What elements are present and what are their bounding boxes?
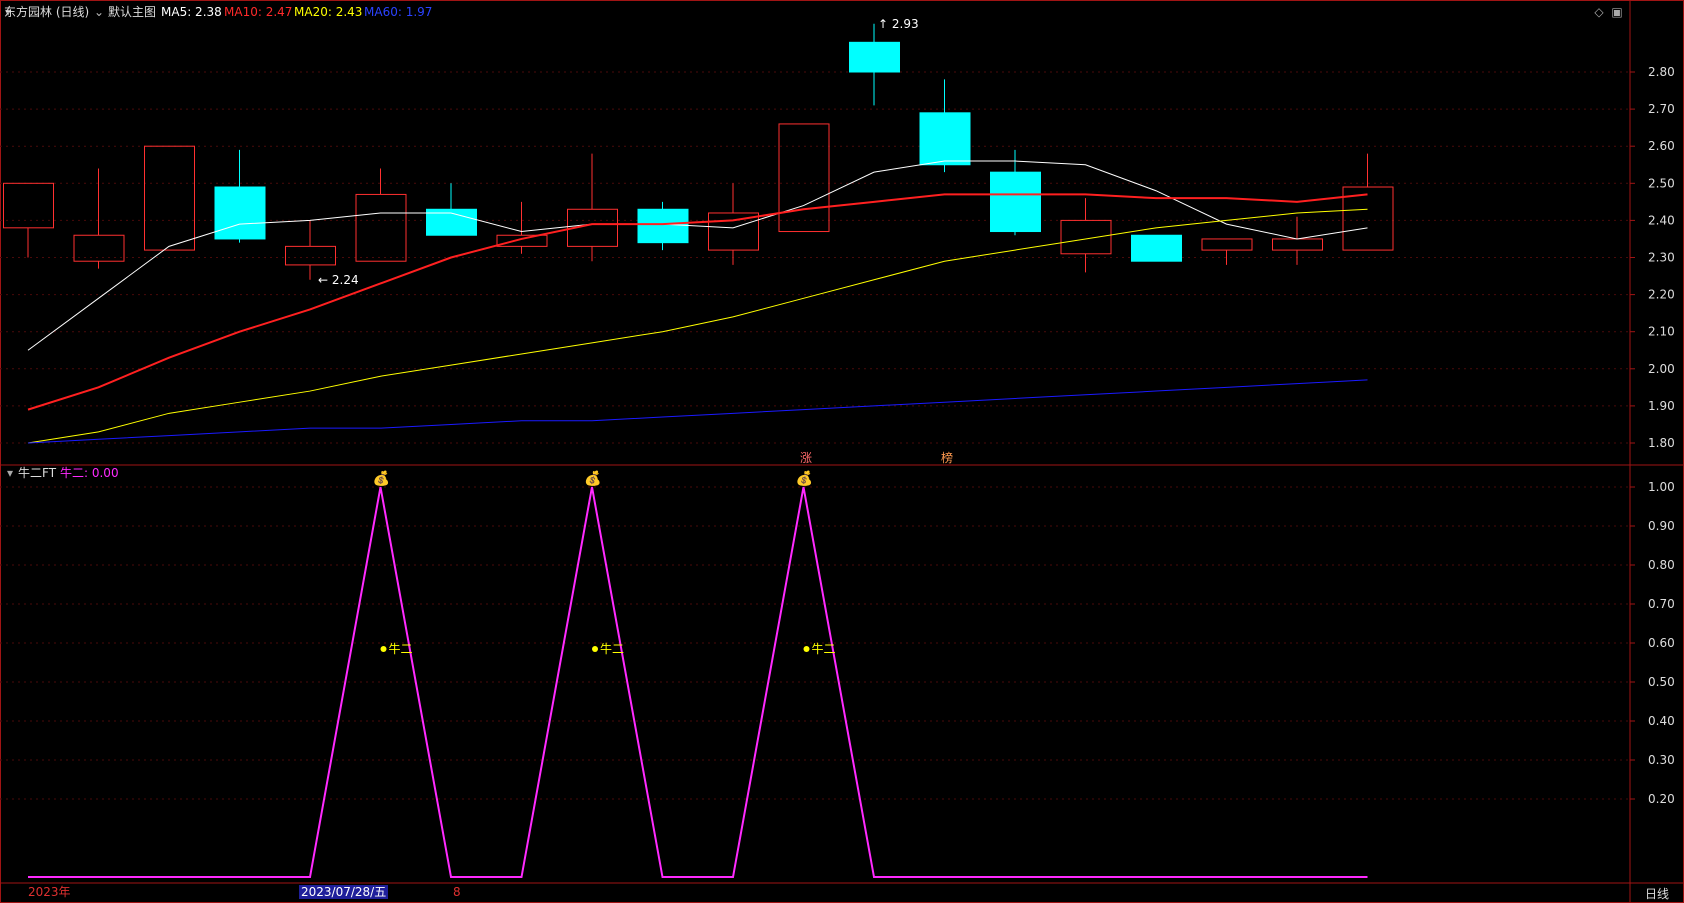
y-tick-label: 0.90 xyxy=(1648,519,1675,533)
signal-label: 牛二 xyxy=(812,641,836,656)
y-tick-label: 1.90 xyxy=(1648,399,1675,413)
template-label[interactable]: 默认主图 xyxy=(108,5,156,19)
indicator-value: 牛二: 0.00 xyxy=(60,466,119,480)
signal-label: 牛二 xyxy=(600,641,624,656)
candle xyxy=(778,123,830,233)
y-tick-label: 0.70 xyxy=(1648,597,1675,611)
y-tick-label: 2.30 xyxy=(1648,251,1675,265)
bang-marker[interactable]: 榜 xyxy=(941,451,953,465)
y-tick-label: 2.80 xyxy=(1648,65,1675,79)
ma60-legend: MA60: 1.97 xyxy=(364,5,433,19)
candle xyxy=(1201,238,1253,251)
y-tick-label: 2.50 xyxy=(1648,176,1675,190)
year-label: 2023年 xyxy=(28,885,71,899)
ma5-legend: MA5: 2.38 xyxy=(161,5,222,19)
y-tick-label: 0.20 xyxy=(1648,792,1675,806)
money-bag-icon: 💰 xyxy=(373,470,390,487)
candle xyxy=(990,171,1041,233)
ma10-legend: MA10: 2.47 xyxy=(224,5,293,19)
signal-dot xyxy=(803,646,810,652)
candle xyxy=(849,41,900,73)
y-tick-label: 2.40 xyxy=(1648,213,1675,227)
signal-dot xyxy=(380,646,387,652)
chart-frame xyxy=(0,0,1684,903)
candle xyxy=(214,186,266,240)
candle xyxy=(1060,219,1112,255)
period-tab[interactable]: 日线 xyxy=(1645,885,1669,902)
diamond-icon[interactable]: ◇ xyxy=(1592,5,1606,19)
candle xyxy=(637,208,689,244)
y-tick-label: 2.10 xyxy=(1648,325,1675,339)
y-tick-label: 2.60 xyxy=(1648,139,1675,153)
indicator-title[interactable]: 牛二FT xyxy=(18,466,56,480)
chart-canvas[interactable]: 2.80 2.70 2.60 2.50 2.40 2.30 2.20 2.10 2.00 1.90… xyxy=(0,0,1684,903)
chevron-down-icon[interactable]: ⌄ xyxy=(92,5,106,19)
y-tick-label: 0.80 xyxy=(1648,558,1675,572)
money-bag-icon: 💰 xyxy=(584,470,601,487)
y-tick-label: 2.70 xyxy=(1648,102,1675,116)
y-tick-label: 1.00 xyxy=(1648,480,1675,494)
selected-date: 2023/07/28/五 xyxy=(299,885,389,899)
candle xyxy=(3,182,54,229)
candle xyxy=(144,145,195,251)
y-tick-label: 2.20 xyxy=(1648,288,1675,302)
signal-label: 牛二 xyxy=(389,641,413,656)
high-annotation: ↑ 2.93 xyxy=(878,17,919,31)
signal-dot xyxy=(592,646,598,652)
candle xyxy=(355,193,407,262)
candle xyxy=(496,234,548,247)
y-tick-label: 0.40 xyxy=(1648,714,1675,728)
month-label: 8 xyxy=(453,885,461,899)
candle xyxy=(285,245,336,266)
zhang-marker[interactable]: 涨 xyxy=(800,451,812,465)
candle xyxy=(73,234,125,262)
y-tick-label: 0.50 xyxy=(1648,675,1675,689)
y-tick-label: 2.00 xyxy=(1648,362,1675,376)
y-tick-label: 0.60 xyxy=(1648,636,1675,650)
ma-line xyxy=(27,379,1368,444)
candle xyxy=(1272,238,1323,251)
window-icon[interactable]: ▣ xyxy=(1610,5,1624,19)
low-annotation: ← 2.24 xyxy=(318,273,359,287)
y-tick-label: 0.30 xyxy=(1648,753,1675,767)
y-tick-label: 1.80 xyxy=(1648,436,1675,450)
money-bag-icon: 💰 xyxy=(796,470,813,487)
chevron-down-icon[interactable]: ▾ xyxy=(3,466,17,480)
candle xyxy=(919,112,971,166)
stock-title: 东方园林 (日线) xyxy=(4,5,90,19)
candle xyxy=(1131,234,1182,262)
ma20-legend: MA20: 2.43 xyxy=(294,5,363,19)
